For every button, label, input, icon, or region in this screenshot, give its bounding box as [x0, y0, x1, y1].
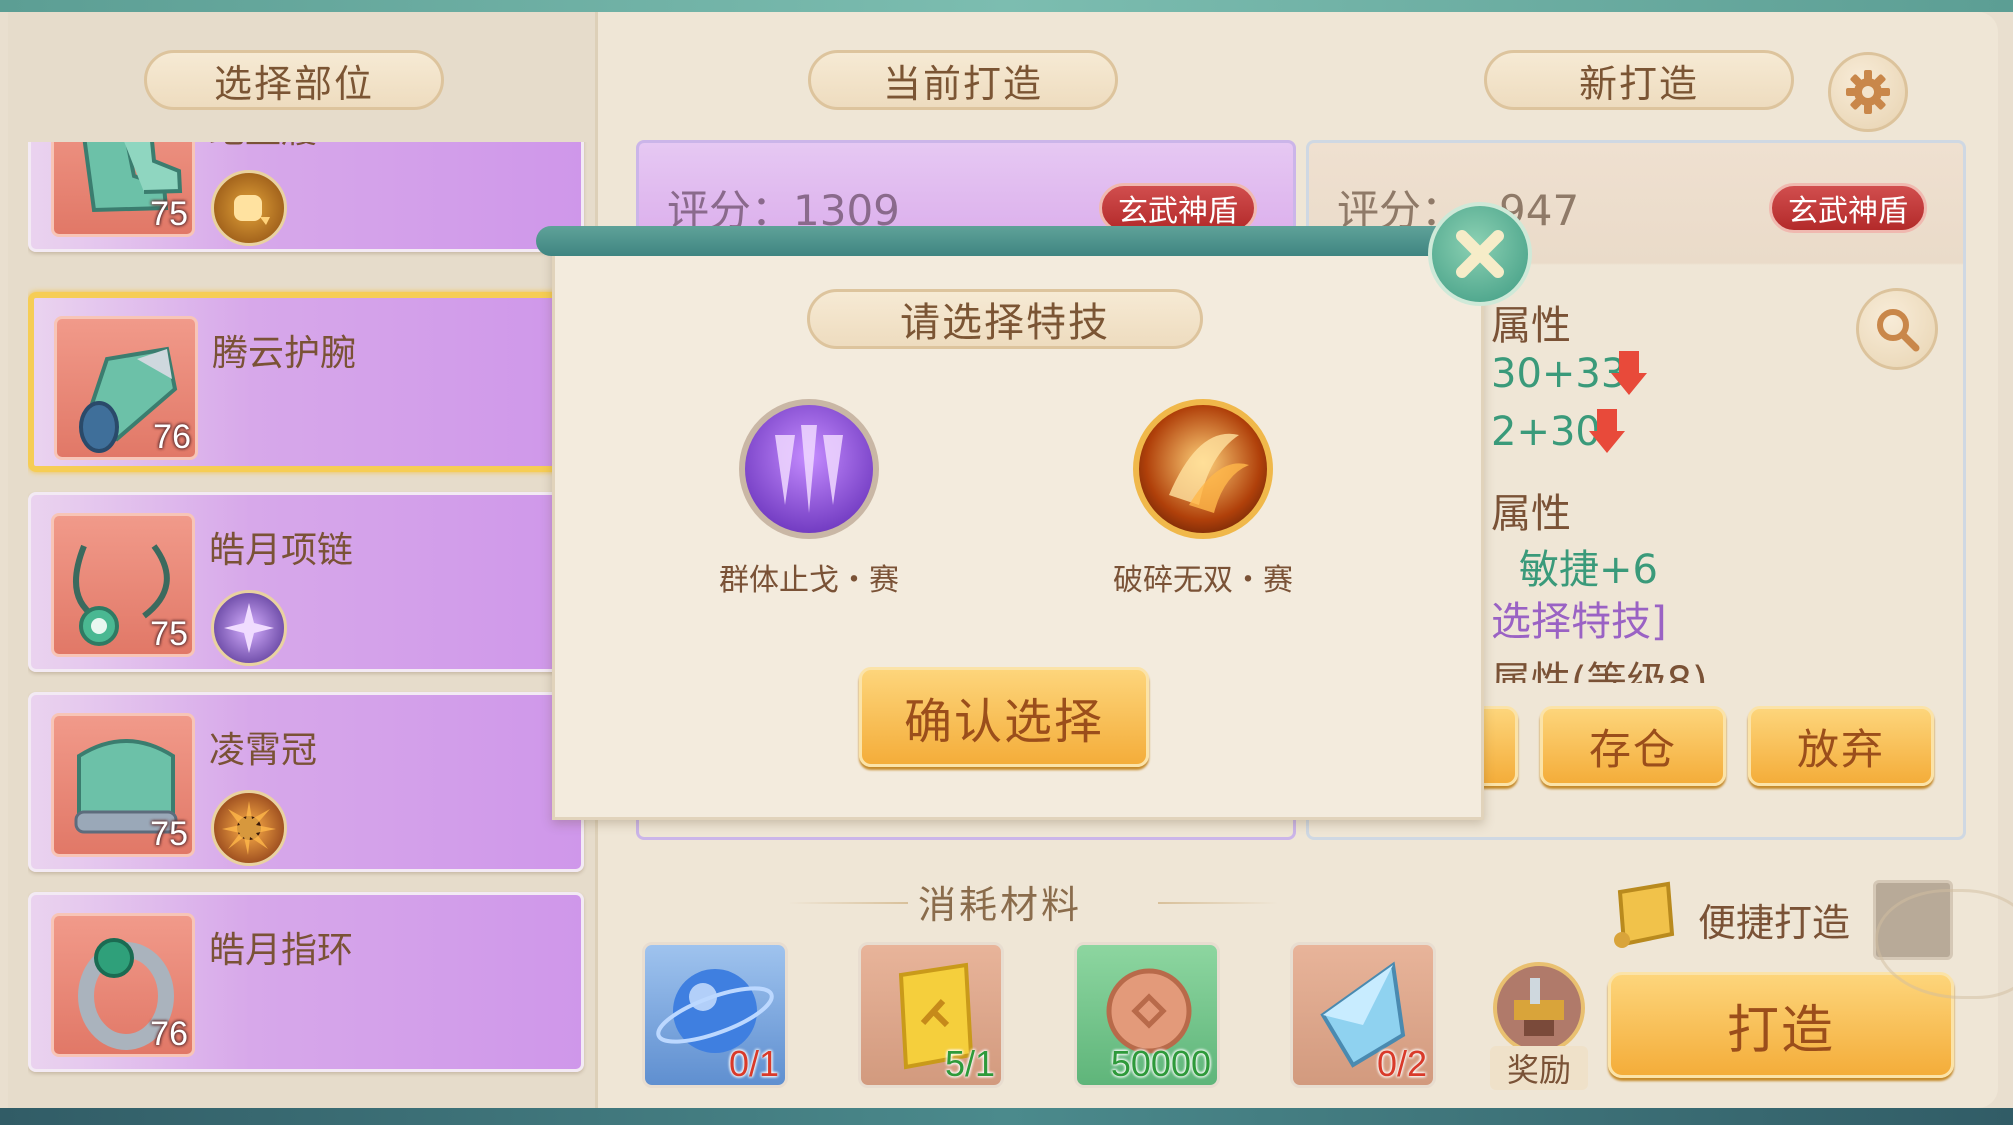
confirm-label: 确认选择 — [903, 694, 1104, 750]
boots-icon: 75 — [51, 142, 195, 237]
attr-line: 30+33 — [1491, 351, 1627, 397]
purple-burst-skill-icon[interactable] — [211, 590, 287, 666]
level-attr-title: 属性(等级8) — [1491, 659, 1708, 683]
forge-button[interactable]: 打造 — [1608, 972, 1954, 1078]
flame-slash-skill-icon — [1169, 433, 1249, 513]
equip-item-necklace[interactable]: 75 皓月项链 — [28, 492, 584, 672]
search-button[interactable] — [1856, 288, 1938, 370]
close-icon — [1456, 230, 1504, 278]
equipment-list[interactable]: 75 绝尘履 76 腾云护腕 — [28, 142, 588, 1087]
select-skill-link[interactable]: 选择特技] — [1491, 589, 1667, 647]
skill-option-2[interactable] — [1133, 399, 1273, 539]
bracer-icon: 76 — [54, 316, 198, 460]
dialog-header-bar — [536, 226, 1496, 256]
close-dialog-button[interactable] — [1428, 202, 1532, 306]
equip-level: 75 — [150, 195, 188, 233]
fist-skill-icon[interactable] — [211, 170, 287, 246]
equip-item-ring[interactable]: 76 皓月指环 — [28, 892, 584, 1072]
reward-label: 奖励 — [1490, 1046, 1588, 1090]
equip-name: 凌霄冠 — [209, 730, 318, 771]
dialog-title-text: 请选择特技 — [900, 300, 1110, 346]
divider — [1158, 902, 1278, 904]
new-forge-header: 新打造 — [1484, 50, 1794, 110]
skill-option-1-label: 群体止戈・赛 — [719, 563, 899, 598]
current-forge-header: 当前打造 — [808, 50, 1118, 110]
equip-name: 腾云护腕 — [212, 333, 357, 374]
necklace-icon: 75 — [51, 513, 195, 657]
material-blue-orb[interactable]: 0/1 — [642, 942, 788, 1088]
forge-label: 打造 — [1726, 1000, 1835, 1061]
dialog-title: 请选择特技 — [807, 289, 1203, 349]
material-gold-scroll[interactable]: 5/1 — [858, 942, 1004, 1088]
new-forge-label: 新打造 — [1578, 61, 1699, 106]
divider — [788, 902, 908, 904]
equip-item-crown[interactable]: 75 凌霄冠 — [28, 692, 584, 872]
equip-item-boots[interactable]: 75 绝尘履 — [28, 142, 584, 252]
equip-level: 75 — [150, 615, 188, 653]
store-label: 存仓 — [1588, 724, 1677, 774]
equip-level: 75 — [150, 815, 188, 853]
confirm-select-button[interactable]: 确认选择 — [859, 667, 1149, 767]
select-part-label: 选择部位 — [213, 61, 374, 106]
extra-attr-title: 属性 — [1491, 491, 1571, 537]
purple-crystal-skill-icon — [775, 425, 843, 513]
window-frame-top — [0, 0, 2013, 12]
down-arrow-icon — [1589, 409, 1625, 453]
materials-title: 消耗材料 — [918, 883, 1083, 927]
material-count: 50000 — [1110, 1043, 1211, 1084]
material-count: 5/1 — [944, 1043, 995, 1084]
gear-icon — [1846, 70, 1890, 114]
equip-level: 76 — [153, 418, 191, 456]
fire-burst-skill-icon[interactable] — [211, 790, 287, 866]
set-badge: 玄武神盾 — [1769, 183, 1927, 233]
crown-icon: 75 — [51, 713, 195, 857]
material-count: 0/2 — [1376, 1043, 1427, 1084]
attr-line: 2+30 — [1491, 409, 1601, 455]
material-crystal[interactable]: 0/2 — [1290, 942, 1436, 1088]
settings-button[interactable] — [1828, 52, 1908, 132]
store-button[interactable]: 存仓 — [1540, 706, 1726, 786]
ring-icon: 76 — [51, 913, 195, 1057]
equip-item-bracer[interactable]: 76 腾云护腕 — [28, 292, 584, 472]
equip-level: 76 — [150, 1015, 188, 1053]
window-frame-bottom — [0, 1108, 2013, 1125]
skill-select-dialog: 请选择特技 群体止戈・赛 破碎无双・赛 确认选择 — [552, 236, 2013, 999]
material-copper-coin[interactable]: 50000 — [1074, 942, 1220, 1088]
material-count: 0/1 — [728, 1043, 779, 1084]
skill-option-2-label: 破碎无双・赛 — [1113, 563, 1293, 598]
down-arrow-icon — [1611, 351, 1647, 395]
current-forge-label: 当前打造 — [882, 61, 1043, 106]
attr-line: 敏捷+6 — [1519, 547, 1658, 593]
equip-name: 皓月项链 — [209, 530, 354, 571]
skill-option-1[interactable] — [739, 399, 879, 539]
reward-button[interactable]: 奖励 — [1486, 960, 1592, 1090]
abandon-button[interactable]: 放弃 — [1748, 706, 1934, 786]
equip-name: 绝尘履 — [209, 142, 317, 153]
select-part-header: 选择部位 — [144, 50, 444, 110]
base-attr-title: 属性 — [1491, 303, 1571, 349]
equip-name: 皓月指环 — [209, 930, 354, 971]
quick-forge-label: 便捷打造 — [1698, 901, 1851, 945]
search-icon — [1877, 309, 1920, 352]
abandon-label: 放弃 — [1796, 724, 1885, 774]
scroll-icon — [1614, 881, 1675, 948]
